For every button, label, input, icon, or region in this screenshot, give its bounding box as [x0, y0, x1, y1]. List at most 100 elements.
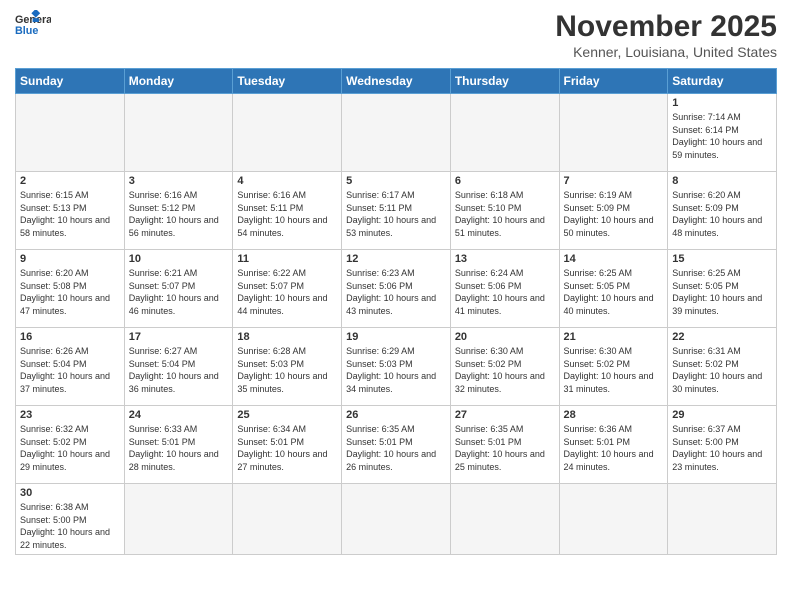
day-number: 19	[346, 331, 446, 343]
calendar-week-row: 23 Sunrise: 6:32 AM Sunset: 5:02 PM Dayli…	[16, 406, 777, 484]
calendar-day-cell: 25 Sunrise: 6:34 AM Sunset: 5:01 PM Dayli…	[233, 406, 342, 484]
day-info: Sunrise: 6:38 AM Sunset: 5:00 PM Dayligh…	[20, 501, 120, 551]
calendar-day-cell: 3 Sunrise: 6:16 AM Sunset: 5:12 PM Daylig…	[124, 172, 233, 250]
calendar-day-cell	[450, 94, 559, 172]
day-number: 16	[20, 331, 120, 343]
day-number: 2	[20, 175, 120, 187]
calendar-weekday-header: Tuesday	[233, 69, 342, 94]
day-number: 24	[129, 409, 229, 421]
day-info: Sunrise: 6:37 AM Sunset: 5:00 PM Dayligh…	[672, 423, 772, 473]
day-number: 21	[564, 331, 664, 343]
day-number: 22	[672, 331, 772, 343]
calendar-weekday-header: Monday	[124, 69, 233, 94]
calendar-day-cell: 10 Sunrise: 6:21 AM Sunset: 5:07 PM Dayli…	[124, 250, 233, 328]
day-number: 4	[237, 175, 337, 187]
calendar-day-cell: 16Sunrise: 6:26 AM Sunset: 5:04 PM Dayli…	[16, 328, 125, 406]
calendar-day-cell: 19 Sunrise: 6:29 AM Sunset: 5:03 PM Dayli…	[342, 328, 451, 406]
day-number: 20	[455, 331, 555, 343]
calendar-week-row: 2 Sunrise: 6:15 AM Sunset: 5:13 PM Daylig…	[16, 172, 777, 250]
day-number: 25	[237, 409, 337, 421]
calendar-day-cell: 13Sunrise: 6:24 AM Sunset: 5:06 PM Dayli…	[450, 250, 559, 328]
calendar-day-cell	[233, 484, 342, 555]
day-info: Sunrise: 6:17 AM Sunset: 5:11 PM Dayligh…	[346, 189, 446, 239]
calendar-header-row: SundayMondayTuesdayWednesdayThursdayFrid…	[16, 69, 777, 94]
calendar-weekday-header: Thursday	[450, 69, 559, 94]
generalblue-logo-icon: General Blue	[15, 10, 51, 38]
day-info: Sunrise: 6:31 AM Sunset: 5:02 PM Dayligh…	[672, 345, 772, 395]
calendar-day-cell	[668, 484, 777, 555]
day-number: 8	[672, 175, 772, 187]
calendar-day-cell	[342, 94, 451, 172]
calendar-day-cell	[124, 94, 233, 172]
day-info: Sunrise: 6:15 AM Sunset: 5:13 PM Dayligh…	[20, 189, 120, 239]
calendar-day-cell: 18Sunrise: 6:28 AM Sunset: 5:03 PM Dayli…	[233, 328, 342, 406]
calendar-day-cell: 2 Sunrise: 6:15 AM Sunset: 5:13 PM Daylig…	[16, 172, 125, 250]
calendar-day-cell: 15Sunrise: 6:25 AM Sunset: 5:05 PM Dayli…	[668, 250, 777, 328]
day-info: Sunrise: 6:32 AM Sunset: 5:02 PM Dayligh…	[20, 423, 120, 473]
day-info: Sunrise: 6:30 AM Sunset: 5:02 PM Dayligh…	[455, 345, 555, 395]
calendar-weekday-header: Wednesday	[342, 69, 451, 94]
header: General Blue November 2025 Kenner, Louis…	[15, 10, 777, 60]
day-number: 27	[455, 409, 555, 421]
day-info: Sunrise: 6:23 AM Sunset: 5:06 PM Dayligh…	[346, 267, 446, 317]
day-info: Sunrise: 6:19 AM Sunset: 5:09 PM Dayligh…	[564, 189, 664, 239]
day-info: Sunrise: 6:35 AM Sunset: 5:01 PM Dayligh…	[455, 423, 555, 473]
day-info: Sunrise: 6:28 AM Sunset: 5:03 PM Dayligh…	[237, 345, 337, 395]
day-info: Sunrise: 6:29 AM Sunset: 5:03 PM Dayligh…	[346, 345, 446, 395]
day-info: Sunrise: 6:25 AM Sunset: 5:05 PM Dayligh…	[564, 267, 664, 317]
day-info: Sunrise: 6:25 AM Sunset: 5:05 PM Dayligh…	[672, 267, 772, 317]
day-number: 3	[129, 175, 229, 187]
day-info: Sunrise: 6:20 AM Sunset: 5:08 PM Dayligh…	[20, 267, 120, 317]
day-number: 30	[20, 487, 120, 499]
day-number: 10	[129, 253, 229, 265]
calendar-day-cell: 8Sunrise: 6:20 AM Sunset: 5:09 PM Daylig…	[668, 172, 777, 250]
calendar-day-cell: 12 Sunrise: 6:23 AM Sunset: 5:06 PM Dayli…	[342, 250, 451, 328]
day-info: Sunrise: 6:35 AM Sunset: 5:01 PM Dayligh…	[346, 423, 446, 473]
calendar-day-cell: 20 Sunrise: 6:30 AM Sunset: 5:02 PM Dayli…	[450, 328, 559, 406]
calendar-day-cell: 14 Sunrise: 6:25 AM Sunset: 5:05 PM Dayli…	[559, 250, 668, 328]
calendar-day-cell: 6Sunrise: 6:18 AM Sunset: 5:10 PM Daylig…	[450, 172, 559, 250]
calendar-day-cell	[342, 484, 451, 555]
calendar-day-cell: 24Sunrise: 6:33 AM Sunset: 5:01 PM Dayli…	[124, 406, 233, 484]
calendar-day-cell	[450, 484, 559, 555]
calendar-day-cell: 17 Sunrise: 6:27 AM Sunset: 5:04 PM Dayli…	[124, 328, 233, 406]
calendar-week-row: 1Sunrise: 7:14 AM Sunset: 6:14 PM Daylig…	[16, 94, 777, 172]
day-info: Sunrise: 6:18 AM Sunset: 5:10 PM Dayligh…	[455, 189, 555, 239]
day-number: 28	[564, 409, 664, 421]
calendar-weekday-header: Friday	[559, 69, 668, 94]
calendar-day-cell: 7Sunrise: 6:19 AM Sunset: 5:09 PM Daylig…	[559, 172, 668, 250]
calendar-day-cell	[559, 484, 668, 555]
day-info: Sunrise: 6:16 AM Sunset: 5:11 PM Dayligh…	[237, 189, 337, 239]
day-info: Sunrise: 6:27 AM Sunset: 5:04 PM Dayligh…	[129, 345, 229, 395]
svg-text:Blue: Blue	[15, 25, 38, 37]
day-number: 23	[20, 409, 120, 421]
day-number: 13	[455, 253, 555, 265]
logo: General Blue	[15, 10, 51, 38]
calendar-day-cell: 9 Sunrise: 6:20 AM Sunset: 5:08 PM Daylig…	[16, 250, 125, 328]
day-number: 9	[20, 253, 120, 265]
day-number: 12	[346, 253, 446, 265]
day-info: Sunrise: 6:16 AM Sunset: 5:12 PM Dayligh…	[129, 189, 229, 239]
day-number: 17	[129, 331, 229, 343]
day-info: Sunrise: 6:30 AM Sunset: 5:02 PM Dayligh…	[564, 345, 664, 395]
title-block: November 2025 Kenner, Louisiana, United …	[555, 10, 777, 60]
calendar-day-cell	[233, 94, 342, 172]
calendar-day-cell: 23 Sunrise: 6:32 AM Sunset: 5:02 PM Dayli…	[16, 406, 125, 484]
day-number: 26	[346, 409, 446, 421]
calendar-day-cell: 28 Sunrise: 6:36 AM Sunset: 5:01 PM Dayli…	[559, 406, 668, 484]
calendar-weekday-header: Saturday	[668, 69, 777, 94]
calendar-day-cell: 27 Sunrise: 6:35 AM Sunset: 5:01 PM Dayli…	[450, 406, 559, 484]
day-info: Sunrise: 6:22 AM Sunset: 5:07 PM Dayligh…	[237, 267, 337, 317]
day-number: 14	[564, 253, 664, 265]
day-number: 5	[346, 175, 446, 187]
calendar-day-cell	[124, 484, 233, 555]
calendar-day-cell: 1Sunrise: 7:14 AM Sunset: 6:14 PM Daylig…	[668, 94, 777, 172]
calendar-day-cell: 26 Sunrise: 6:35 AM Sunset: 5:01 PM Dayli…	[342, 406, 451, 484]
day-info: Sunrise: 6:36 AM Sunset: 5:01 PM Dayligh…	[564, 423, 664, 473]
location: Kenner, Louisiana, United States	[555, 44, 777, 60]
calendar-day-cell	[559, 94, 668, 172]
day-info: Sunrise: 6:34 AM Sunset: 5:01 PM Dayligh…	[237, 423, 337, 473]
page: General Blue November 2025 Kenner, Louis…	[0, 0, 792, 612]
day-info: Sunrise: 6:21 AM Sunset: 5:07 PM Dayligh…	[129, 267, 229, 317]
calendar-week-row: 9 Sunrise: 6:20 AM Sunset: 5:08 PM Daylig…	[16, 250, 777, 328]
